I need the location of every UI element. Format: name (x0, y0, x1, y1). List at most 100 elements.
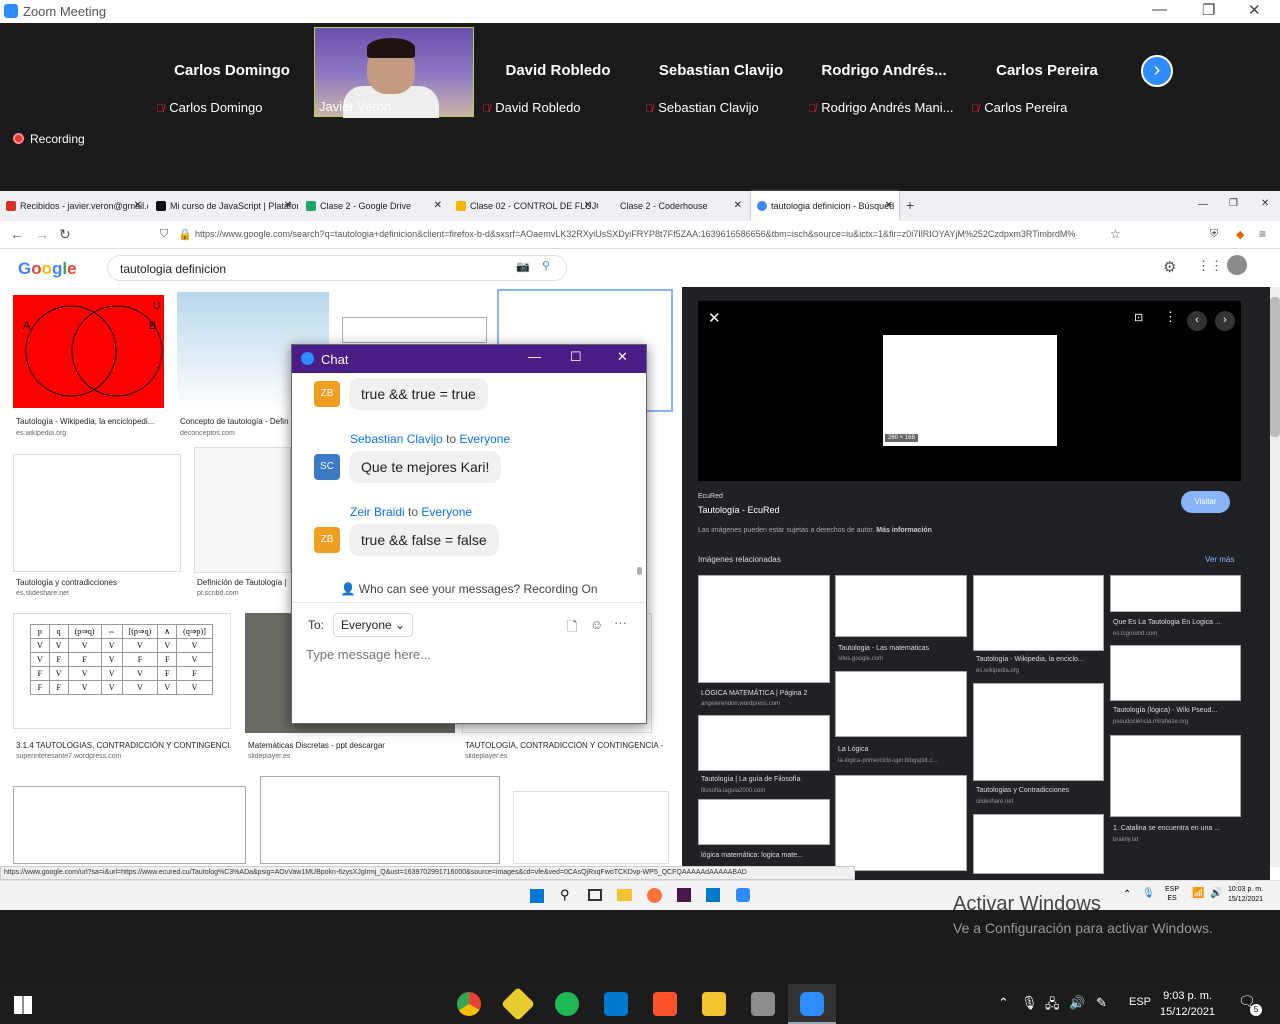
close-tab-icon[interactable]: ✕ (134, 200, 142, 211)
preview-title[interactable]: Tautología - EcuRed (698, 505, 780, 515)
browser-minimize-button[interactable]: — (1198, 199, 1208, 210)
chrome-icon[interactable] (457, 992, 481, 1016)
preview-image[interactable]: 260 × 168 (883, 335, 1057, 446)
chat-close-button[interactable]: ✕ (617, 349, 628, 365)
spotify-icon[interactable] (555, 992, 579, 1016)
start-icon[interactable] (530, 889, 544, 903)
tray-clock[interactable]: 9:03 p. m. 15/12/2021 (1160, 988, 1215, 1020)
bookmark-star-icon[interactable]: ☆ (1110, 227, 1121, 241)
chevron-up-icon[interactable]: ⌃ (998, 995, 1009, 1011)
sender-name[interactable]: Zeir Braidi (350, 505, 405, 519)
mic-tray-icon[interactable]: 🎙 (1021, 995, 1038, 1011)
participant-tile[interactable]: David Robledo 🎙̸ David Robledo (478, 27, 638, 117)
back-icon[interactable]: ← (10, 226, 24, 242)
close-tab-icon[interactable]: ✕ (284, 200, 292, 211)
maximize-button[interactable]: ❐ (1202, 1, 1215, 19)
result-thumbnail-table-2[interactable] (13, 786, 246, 864)
account-avatar[interactable] (1227, 255, 1247, 275)
result-thumbnail-truth-table[interactable]: p q (p⇒q) ⇔ [(p⇒q) ∧ (q⇒p)] VVVVVVVVFFVFFVFVVV… (13, 613, 231, 729)
extension-icon[interactable]: ◆ (1236, 228, 1244, 241)
related-thumbnail[interactable] (973, 683, 1104, 781)
related-caption[interactable]: LÓGICA MATEMÁTICA | Página 2 (701, 690, 807, 697)
recording-indicator[interactable]: Recording (13, 132, 85, 146)
result-caption[interactable]: 3.1.4 TAUTOLOGIAS, CONTRADICCIÓN Y CONTI… (16, 741, 231, 750)
related-caption[interactable]: Que Es La Tautologia En Logica ... (1113, 619, 1221, 626)
file-explorer-icon[interactable] (617, 889, 632, 901)
participant-tile[interactable]: Carlos Domingo 🎙̸ Carlos Domingo (152, 27, 312, 117)
chat-scrollbar[interactable] (637, 375, 642, 575)
related-thumbnail[interactable] (698, 715, 830, 771)
more-options-icon[interactable]: ⋮ (1164, 309, 1177, 325)
google-doodle-logo[interactable]: Google (18, 259, 77, 279)
language-tray[interactable]: ESP (1129, 996, 1151, 1008)
chat-minimize-button[interactable]: — (528, 349, 541, 364)
vscode-icon[interactable] (706, 888, 720, 902)
browser-close-button[interactable]: ✕ (1261, 198, 1269, 209)
browser-tab[interactable]: Recibidos - javier.veron@gmail.c ✕ (0, 191, 148, 221)
firefox-icon[interactable] (647, 888, 662, 903)
result-thumbnail-doc[interactable] (194, 447, 291, 573)
reload-icon[interactable]: ↻ (59, 226, 71, 243)
search-icon[interactable]: ⚲ (560, 887, 570, 903)
pen-icon[interactable]: ✎ (1096, 995, 1107, 1011)
participant-tile[interactable]: Sebastian Clavijo 🎙̸ Sebastian Clavijo (641, 27, 801, 117)
participant-video-tile[interactable]: Javier Verón (314, 27, 474, 118)
file-icon[interactable]: 🗋 (567, 618, 577, 640)
next-page-icon[interactable]: › (1141, 55, 1173, 87)
slack-icon[interactable] (677, 888, 691, 902)
close-button[interactable]: ✕ (1248, 1, 1261, 19)
visit-button[interactable]: Visitar (1181, 491, 1230, 513)
network-icon[interactable]: 🖧 (1045, 995, 1060, 1017)
related-caption[interactable]: Tautologia - Las matematicas (838, 645, 929, 652)
recipient-dropdown[interactable]: Everyone ⌄ (333, 613, 414, 637)
emoji-icon[interactable]: ☺ (590, 617, 603, 632)
next-image-icon[interactable]: › (1215, 311, 1235, 331)
see-more-link[interactable]: Ver más (1205, 555, 1234, 564)
close-tab-icon[interactable]: ✕ (734, 200, 742, 211)
minimize-button[interactable]: — (1152, 1, 1167, 18)
related-thumbnail[interactable] (835, 671, 967, 737)
chat-maximize-button[interactable]: ☐ (570, 349, 582, 365)
search-input[interactable]: tautologia definicion (107, 255, 567, 281)
apps-grid-icon[interactable]: ⋮⋮ (1197, 258, 1223, 274)
menu-icon[interactable]: ≡ (1259, 227, 1266, 241)
participant-tile[interactable]: Rodrigo Andrés... 🎙̸ Rodrigo Andrés Mani.… (804, 27, 964, 117)
task-view-icon[interactable] (588, 889, 602, 901)
related-thumbnail[interactable] (835, 575, 967, 637)
pocket-icon[interactable]: ⛨ (1210, 228, 1218, 241)
related-thumbnail[interactable] (973, 814, 1104, 874)
close-tab-icon[interactable]: ✕ (434, 200, 442, 211)
browser-tab-active[interactable]: tautologia definicion - Búsqued ✕ (751, 191, 899, 221)
related-thumbnail[interactable] (973, 575, 1104, 651)
more-icon[interactable]: ··· (614, 615, 627, 630)
url-field[interactable]: https://www.google.com/search?q=tautolog… (195, 229, 1105, 239)
participant-tile[interactable]: Carlos Pereira 🎙̸ Carlos Pereira (967, 27, 1127, 117)
browser-tab[interactable]: Clase 02 - CONTROL DE FLUJO ✕ (450, 191, 598, 221)
result-caption[interactable]: Matemáticas Discretas - ppt descargar (248, 741, 385, 750)
result-thumbnail-table-3[interactable] (260, 776, 500, 864)
volume-tray-icon[interactable]: 🔊 (1069, 995, 1085, 1011)
vscode-taskbar-icon[interactable] (604, 992, 628, 1016)
result-thumbnail-slide[interactable] (13, 454, 181, 572)
related-caption[interactable]: La Lógica (838, 746, 868, 753)
related-caption[interactable]: Tautología - Wikipedia, la enciclo... (976, 656, 1084, 663)
git-icon[interactable] (501, 987, 535, 1021)
camera-search-icon[interactable]: 📷 (516, 260, 530, 273)
related-thumbnail[interactable] (698, 799, 830, 845)
close-tab-icon[interactable]: ✕ (584, 200, 592, 211)
result-thumbnail-venn[interactable]: A BU (13, 295, 164, 408)
folder-icon[interactable] (702, 992, 726, 1016)
shield-icon[interactable]: ⛉ (160, 228, 168, 241)
related-caption[interactable]: Tautología | La guía de Filosofía (701, 776, 801, 783)
browser-tab[interactable]: Clase 2 - Google Drive ✕ (300, 191, 448, 221)
related-thumbnail[interactable] (1110, 575, 1241, 612)
zoom-icon[interactable] (736, 888, 750, 902)
related-thumbnail[interactable] (835, 775, 967, 871)
message-input[interactable] (306, 643, 626, 665)
result-caption[interactable]: Concepto de tautología - Defin (180, 417, 292, 426)
windows-start-icon[interactable] (14, 996, 32, 1014)
lens-icon[interactable]: ⊡ (1134, 311, 1143, 324)
close-preview-icon[interactable]: ✕ (708, 309, 721, 327)
forward-icon[interactable]: → (35, 226, 49, 242)
related-thumbnail[interactable] (1110, 645, 1241, 701)
